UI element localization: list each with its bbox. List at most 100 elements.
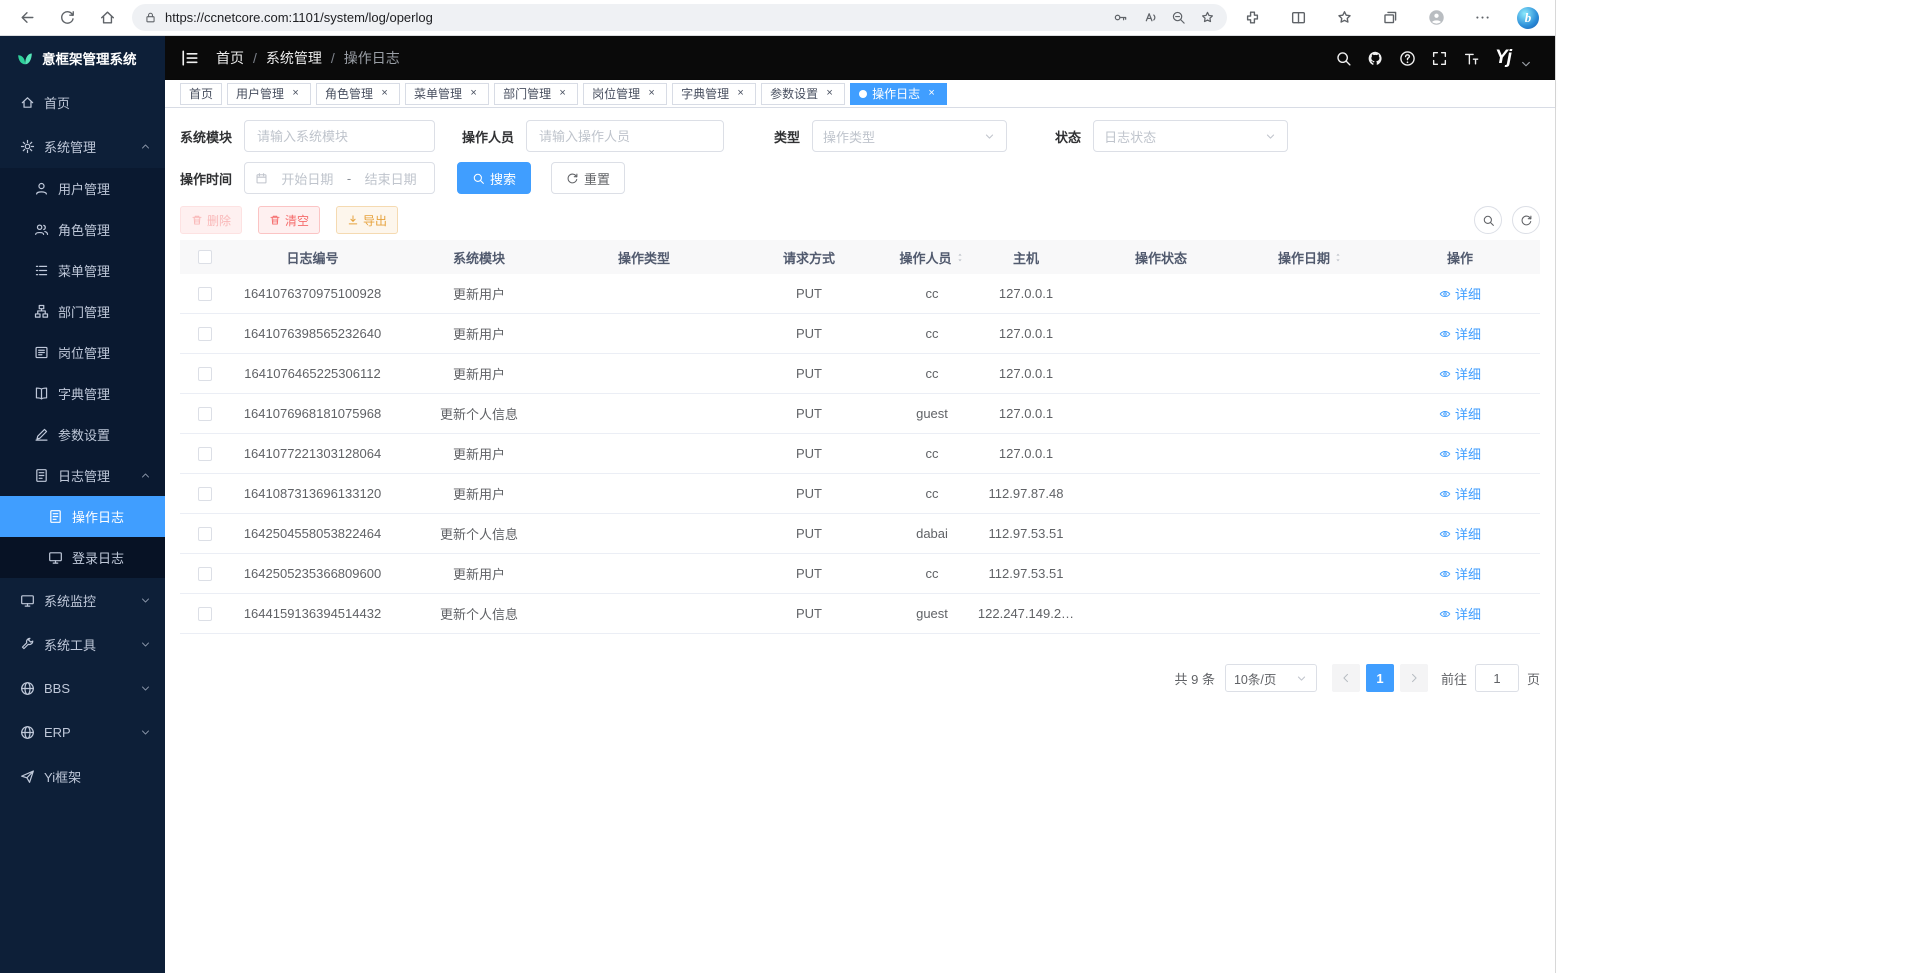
tab-operation-log[interactable]: 操作日志× [850, 83, 947, 105]
row-checkbox[interactable] [198, 367, 212, 381]
detail-link[interactable]: 详细 [1439, 444, 1481, 463]
home-button[interactable] [90, 4, 124, 32]
sidebar-item-dept-mgmt[interactable]: 部门管理 [0, 291, 165, 332]
row-checkbox[interactable] [198, 567, 212, 581]
collections-button[interactable] [1373, 4, 1407, 32]
clear-button[interactable]: 清空 [258, 206, 320, 234]
detail-link[interactable]: 详细 [1439, 564, 1481, 583]
back-button[interactable] [10, 4, 44, 32]
date-range-input[interactable]: 开始日期 - 结束日期 [244, 162, 435, 194]
close-tab-icon[interactable]: × [823, 87, 836, 100]
close-tab-icon[interactable]: × [467, 87, 480, 100]
delete-button[interactable]: 删除 [180, 206, 242, 234]
sidebar-item-login-log[interactable]: 登录日志 [0, 537, 165, 578]
search-button[interactable]: 搜索 [457, 162, 531, 194]
read-aloud-icon[interactable] [1142, 10, 1157, 25]
tab-user-mgmt[interactable]: 用户管理× [227, 83, 311, 105]
sidebar-item-dict-mgmt[interactable]: 字典管理 [0, 373, 165, 414]
profile-button[interactable] [1419, 4, 1453, 32]
page-1-button[interactable]: 1 [1366, 664, 1394, 692]
row-checkbox[interactable] [198, 527, 212, 541]
extensions-button[interactable] [1235, 4, 1269, 32]
detail-link[interactable]: 详细 [1439, 284, 1481, 303]
sidebar-item-erp[interactable]: ERP [0, 710, 165, 754]
tab-menu-mgmt[interactable]: 菜单管理× [405, 83, 489, 105]
refresh-button[interactable] [50, 4, 84, 32]
sidebar-item-system-mgmt[interactable]: 系统管理 [0, 124, 165, 168]
key-icon[interactable] [1113, 10, 1128, 25]
sidebar-item-post-mgmt[interactable]: 岗位管理 [0, 332, 165, 373]
search-icon[interactable] [1335, 50, 1352, 67]
close-tab-icon[interactable]: × [734, 87, 747, 100]
close-tab-icon[interactable]: × [925, 87, 938, 100]
toggle-search-button[interactable] [1474, 206, 1502, 234]
sidebar-item-param-settings[interactable]: 参数设置 [0, 414, 165, 455]
sidebar-item-operation-log[interactable]: 操作日志 [0, 496, 165, 537]
type-select[interactable]: 操作类型 [812, 120, 1007, 152]
row-checkbox[interactable] [198, 407, 212, 421]
cell-host: 112.97.53.51 [971, 566, 1081, 581]
sidebar-item-role-mgmt[interactable]: 角色管理 [0, 209, 165, 250]
sidebar-item-bbs[interactable]: BBS [0, 666, 165, 710]
breadcrumb-item[interactable]: 首页 [216, 48, 244, 68]
sidebar-item-system-tools[interactable]: 系统工具 [0, 622, 165, 666]
tab-role-mgmt[interactable]: 角色管理× [316, 83, 400, 105]
next-page-button[interactable] [1400, 664, 1428, 692]
tab-dict-mgmt[interactable]: 字典管理× [672, 83, 756, 105]
more-button[interactable] [1465, 4, 1499, 32]
close-tab-icon[interactable]: × [289, 87, 302, 100]
user-avatar[interactable]: Yj [1495, 47, 1511, 69]
detail-link[interactable]: 详细 [1439, 404, 1481, 423]
star-add-icon[interactable] [1200, 10, 1215, 25]
sidebar-item-home[interactable]: 首页 [0, 80, 165, 124]
row-checkbox[interactable] [198, 487, 212, 501]
copilot-button[interactable]: b [1511, 4, 1545, 32]
export-button[interactable]: 导出 [336, 206, 398, 234]
tab-dept-mgmt[interactable]: 部门管理× [494, 83, 578, 105]
reset-button[interactable]: 重置 [551, 162, 625, 194]
select-all-checkbox[interactable] [198, 250, 212, 264]
question-icon[interactable] [1399, 50, 1416, 67]
refresh-table-button[interactable] [1512, 206, 1540, 234]
row-checkbox[interactable] [198, 287, 212, 301]
detail-link[interactable]: 详细 [1439, 604, 1481, 623]
tab-home[interactable]: 首页 [180, 83, 222, 105]
status-select[interactable]: 日志状态 [1093, 120, 1288, 152]
tab-param-settings[interactable]: 参数设置× [761, 83, 845, 105]
cell-operator: cc [893, 366, 971, 381]
tab-post-mgmt[interactable]: 岗位管理× [583, 83, 667, 105]
profile-icon [1428, 9, 1445, 26]
operator-input[interactable] [526, 120, 724, 152]
address-bar[interactable]: https://ccnetcore.com:1101/system/log/op… [132, 4, 1227, 31]
favorites-bar-button[interactable] [1327, 4, 1361, 32]
fullscreen-icon[interactable] [1431, 50, 1448, 67]
font-size-icon[interactable] [1463, 50, 1480, 67]
prev-page-button[interactable] [1332, 664, 1360, 692]
github-icon[interactable] [1367, 50, 1384, 67]
row-checkbox[interactable] [198, 607, 212, 621]
detail-link[interactable]: 详细 [1439, 324, 1481, 343]
module-input[interactable] [244, 120, 435, 152]
detail-link[interactable]: 详细 [1439, 484, 1481, 503]
sidebar-item-log-mgmt[interactable]: 日志管理 [0, 455, 165, 496]
sidebar-item-menu-mgmt[interactable]: 菜单管理 [0, 250, 165, 291]
column-operator[interactable]: 操作人员 [893, 248, 971, 267]
close-tab-icon[interactable]: × [645, 87, 658, 100]
active-tab-dot [859, 90, 867, 98]
row-checkbox[interactable] [198, 327, 212, 341]
sidebar-item-yi-frame[interactable]: Yi框架 [0, 754, 165, 798]
sidebar-item-user-mgmt[interactable]: 用户管理 [0, 168, 165, 209]
row-checkbox[interactable] [198, 447, 212, 461]
detail-link[interactable]: 详细 [1439, 524, 1481, 543]
column-date[interactable]: 操作日期 [1241, 248, 1380, 267]
close-tab-icon[interactable]: × [556, 87, 569, 100]
goto-page-input[interactable] [1475, 664, 1519, 692]
split-screen-button[interactable] [1281, 4, 1315, 32]
sidebar-toggle-icon[interactable] [180, 48, 200, 68]
sidebar-item-system-monitor[interactable]: 系统监控 [0, 578, 165, 622]
detail-link[interactable]: 详细 [1439, 364, 1481, 383]
page-size-select[interactable]: 10条/页 [1225, 664, 1317, 692]
breadcrumb-item[interactable]: 系统管理 [266, 48, 322, 68]
close-tab-icon[interactable]: × [378, 87, 391, 100]
zoom-out-icon[interactable] [1171, 10, 1186, 25]
